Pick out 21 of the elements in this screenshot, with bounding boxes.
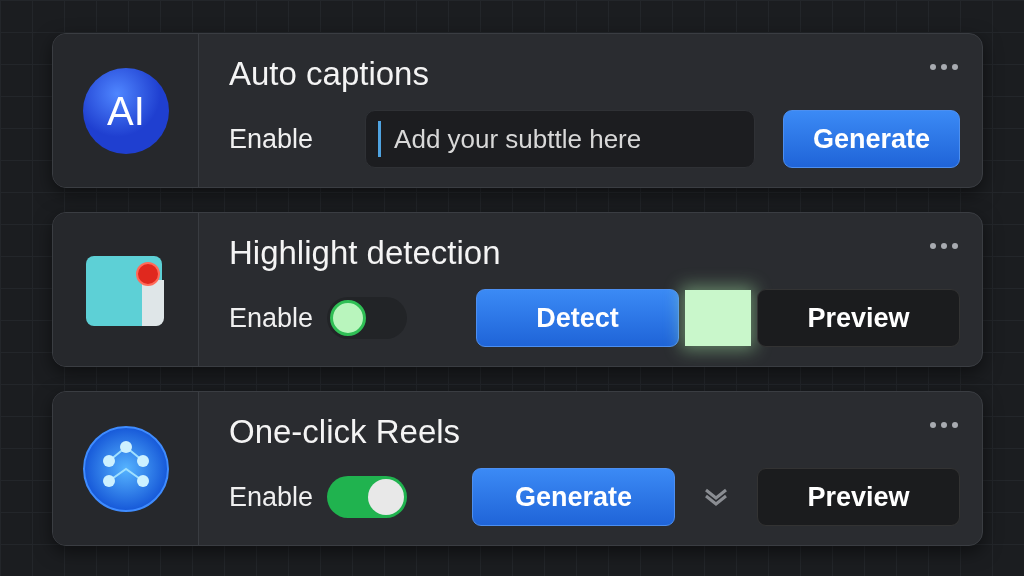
enable-label: Enable xyxy=(229,123,314,155)
action-button[interactable]: Generate xyxy=(783,110,960,168)
card-title: Auto captions xyxy=(229,54,429,94)
preview-button[interactable]: Preview xyxy=(757,468,960,526)
enable-toggle[interactable] xyxy=(327,297,408,339)
more-icon[interactable] xyxy=(930,422,958,428)
card-title: Highlight detection xyxy=(229,233,501,273)
network-orb-icon xyxy=(81,424,170,513)
enable-label: Enable xyxy=(229,302,314,334)
more-icon[interactable] xyxy=(930,64,958,70)
preview-button[interactable]: Preview xyxy=(757,289,960,347)
subtitle-input-field[interactable]: Add your subttle here xyxy=(365,110,756,168)
ai-logo-icon: AI xyxy=(81,66,170,155)
action-button[interactable]: Detect xyxy=(476,289,679,347)
action-button[interactable]: Generate xyxy=(472,468,675,526)
double-chevron-icon[interactable] xyxy=(703,487,729,507)
enable-label: Enable xyxy=(229,481,314,513)
more-icon[interactable] xyxy=(930,243,958,249)
glow-swatch xyxy=(685,290,751,346)
card-title: One-click Reels xyxy=(229,412,461,452)
enable-toggle[interactable] xyxy=(327,476,408,518)
